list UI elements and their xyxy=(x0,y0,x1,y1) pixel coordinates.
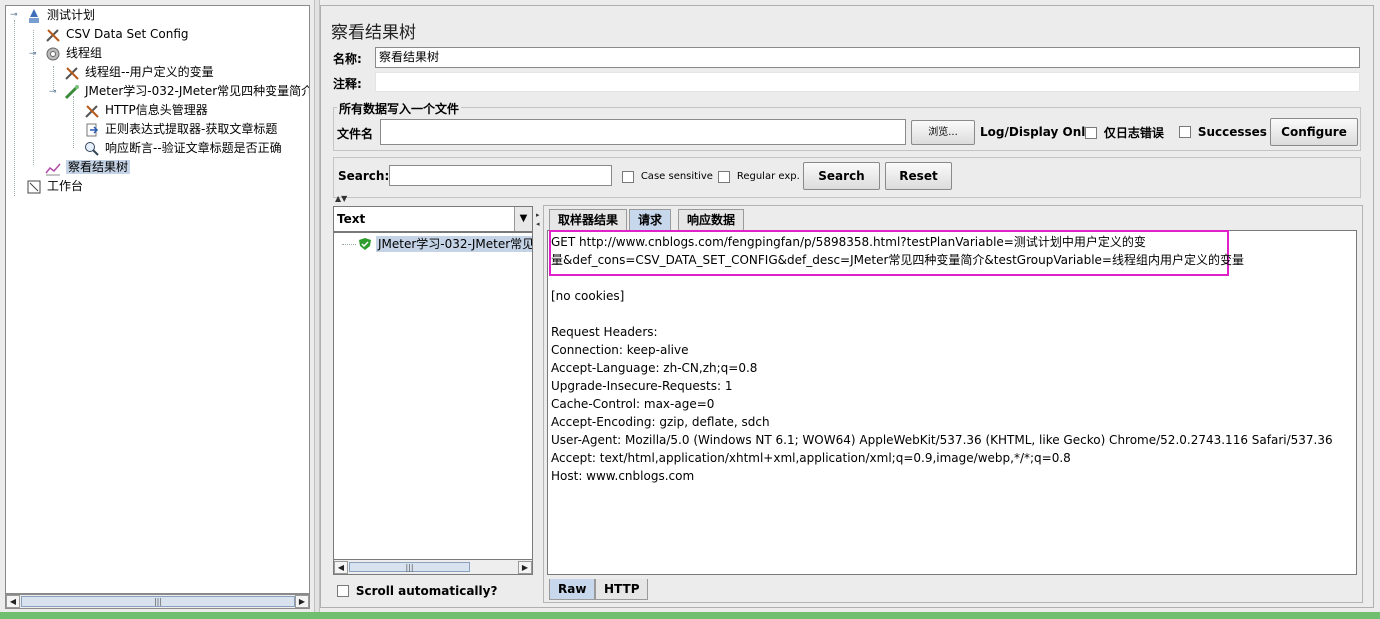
search-input[interactable] xyxy=(389,165,612,186)
comment-label: 注释: xyxy=(333,77,362,91)
regex-label: Regular exp. xyxy=(736,171,800,182)
tab-response-data[interactable]: 响应数据 xyxy=(678,209,745,230)
request-header-line: Connection: keep-alive xyxy=(551,343,689,357)
thread-group-icon xyxy=(45,46,63,62)
scroll-right-icon[interactable]: ▶ xyxy=(295,595,309,608)
results-splitter[interactable]: ▸ ◂ xyxy=(536,211,542,601)
request-content-area[interactable]: GET http://www.cnblogs.com/fengpingfan/p… xyxy=(547,230,1357,575)
tab-sampler-result[interactable]: 取样器结果 xyxy=(549,209,628,230)
sample-result-item[interactable]: JMeter学习-032-JMeter常见四种变量简介 xyxy=(376,236,532,252)
request-header-line: Cache-Control: max-age=0 xyxy=(551,397,715,411)
tree-horizontal-scrollbar[interactable]: ◀ ||| ▶ xyxy=(5,594,310,609)
comment-field[interactable] xyxy=(375,72,1360,92)
errors-only-option[interactable]: 仅日志错误 xyxy=(1085,124,1164,141)
scroll-left-icon[interactable]: ◀ xyxy=(6,595,20,608)
request-line: GET http://www.cnblogs.com/fengpingfan/p… xyxy=(551,235,1146,249)
search-label: Search: xyxy=(338,169,390,183)
tree-item-csv-config[interactable]: CSV Data Set Config xyxy=(45,25,189,44)
assertion-icon xyxy=(84,141,102,157)
request-line: 量&def_cons=CSV_DATA_SET_CONFIG&def_desc=… xyxy=(551,253,1244,267)
collapse-handle-icon[interactable]: ⊸ xyxy=(49,88,58,97)
page-title: 察看结果树 xyxy=(331,23,416,43)
tree-connector xyxy=(73,96,74,148)
successes-option[interactable]: Successes xyxy=(1179,124,1267,139)
scroll-right-icon[interactable]: ▶ xyxy=(518,561,532,574)
tree-item-thread-group[interactable]: 线程组 xyxy=(45,44,102,63)
split-collapse-icon[interactable]: ▲▼ xyxy=(335,194,347,203)
scrollbar-thumb[interactable]: ||| xyxy=(21,596,295,607)
workbench-icon xyxy=(26,179,44,195)
test-plan-tree[interactable]: ⊸ ⊸ ⊸ 测试计划 CSV Data Set Config 线程组 线程组--… xyxy=(5,5,310,594)
tree-connector xyxy=(342,244,356,245)
configure-button[interactable]: Configure xyxy=(1270,118,1358,146)
result-list-hscrollbar[interactable]: ◀ ||| ▶ xyxy=(333,559,533,575)
request-header-line: User-Agent: Mozilla/5.0 (Windows NT 6.1;… xyxy=(551,433,1333,447)
chevron-down-icon[interactable]: ▼ xyxy=(514,207,532,231)
tab-raw[interactable]: Raw xyxy=(549,579,596,600)
successes-checkbox[interactable] xyxy=(1179,125,1191,138)
test-plan-tree-panel: ⊸ ⊸ ⊸ 测试计划 CSV Data Set Config 线程组 线程组--… xyxy=(0,0,314,612)
scroll-automatically-option[interactable]: Scroll automatically? xyxy=(337,583,497,598)
scroll-automatically-checkbox[interactable] xyxy=(337,584,349,597)
scrollbar-thumb[interactable]: ||| xyxy=(349,562,470,572)
name-label: 名称: xyxy=(333,52,362,66)
config-element-icon xyxy=(84,103,102,119)
listener-icon xyxy=(45,160,63,176)
errors-only-label: 仅日志错误 xyxy=(1103,126,1164,140)
filename-input[interactable] xyxy=(380,119,906,145)
request-cookies: [no cookies] xyxy=(551,289,625,303)
config-element-icon xyxy=(64,65,82,81)
errors-only-checkbox[interactable] xyxy=(1085,126,1097,139)
case-sensitive-checkbox[interactable] xyxy=(622,170,634,183)
collapse-handle-icon[interactable]: ⊸ xyxy=(29,50,38,59)
successes-label: Successes xyxy=(1197,124,1267,139)
case-sensitive-label: Case sensitive xyxy=(640,171,713,182)
post-processor-icon xyxy=(84,122,102,138)
tab-http[interactable]: HTTP xyxy=(595,579,649,600)
window-bottom-edge xyxy=(0,612,1380,619)
search-button[interactable]: Search xyxy=(803,162,880,190)
http-sampler-icon xyxy=(64,84,82,100)
tree-item-response-assertion[interactable]: 响应断言--验证文章标题是否正确 xyxy=(84,139,282,158)
request-header-line: Accept-Language: zh-CN,zh;q=0.8 xyxy=(551,361,758,375)
config-element-icon xyxy=(45,27,63,43)
tree-item-user-vars[interactable]: 线程组--用户定义的变量 xyxy=(64,63,214,82)
test-plan-icon xyxy=(26,8,44,24)
sample-result-list[interactable]: JMeter学习-032-JMeter常见四种变量简介 xyxy=(333,232,533,575)
request-header-line: Host: www.cnblogs.com xyxy=(551,469,695,483)
regex-option[interactable]: Regular exp. xyxy=(718,169,800,183)
scroll-left-icon[interactable]: ◀ xyxy=(334,561,348,574)
tree-item-regex-extractor[interactable]: 正则表达式提取器-获取文章标题 xyxy=(84,120,277,139)
view-results-tree-panel: 察看结果树 名称: 察看结果树 注释: 所有数据写入一个文件 文件名 浏览...… xyxy=(320,5,1374,608)
renderer-select[interactable]: Text ▼ xyxy=(333,206,533,232)
result-detail-pane: 取样器结果 请求 响应数据 GET http://www.cnblogs.com… xyxy=(543,205,1363,603)
regex-checkbox[interactable] xyxy=(718,170,730,183)
tree-item-view-results-tree[interactable]: 察看结果树 xyxy=(45,158,131,177)
collapse-handle-icon[interactable]: ⊸ xyxy=(10,11,19,20)
tree-item-http-sampler[interactable]: JMeter学习-032-JMeter常见四种变量简介 xyxy=(64,82,309,101)
success-shield-icon xyxy=(358,237,372,251)
log-display-label: Log/Display Only: xyxy=(980,125,1098,139)
request-header-line: Accept-Encoding: gzip, deflate, sdch xyxy=(551,415,770,429)
tree-item-test-plan[interactable]: 测试计划 xyxy=(26,6,95,25)
name-field[interactable]: 察看结果树 xyxy=(375,47,1360,68)
tab-request[interactable]: 请求 xyxy=(629,209,672,230)
tree-item-header-manager[interactable]: HTTP信息头管理器 xyxy=(84,101,208,120)
renderer-select-value: Text xyxy=(337,212,366,226)
tree-item-workbench[interactable]: 工作台 xyxy=(26,177,83,196)
file-group-title: 所有数据写入一个文件 xyxy=(337,100,462,117)
browse-button[interactable]: 浏览... xyxy=(911,120,975,145)
case-sensitive-option[interactable]: Case sensitive xyxy=(622,169,713,183)
request-header-line: Upgrade-Insecure-Requests: 1 xyxy=(551,379,733,393)
scroll-automatically-label: Scroll automatically? xyxy=(355,583,498,598)
reset-button[interactable]: Reset xyxy=(885,162,952,190)
tree-connector xyxy=(14,20,15,196)
request-headers-title: Request Headers: xyxy=(551,325,658,339)
filename-label: 文件名 xyxy=(337,127,374,141)
request-header-line: Accept: text/html,application/xhtml+xml,… xyxy=(551,451,1071,465)
